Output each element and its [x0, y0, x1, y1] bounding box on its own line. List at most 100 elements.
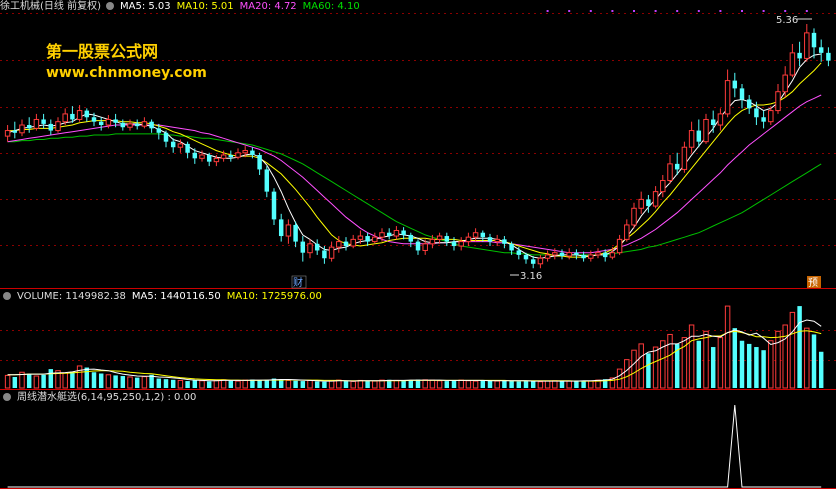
watermark-url: www.chnmoney.com: [46, 65, 207, 81]
ma5-line: [7, 53, 822, 259]
candle-body: [537, 257, 544, 265]
volume-bar: [458, 379, 464, 389]
candle-body: [336, 241, 342, 248]
candle-body: [55, 121, 61, 132]
candle-body: [624, 224, 630, 240]
volume-bar: [811, 334, 817, 388]
volume-bar: [710, 347, 716, 388]
volume-bar: [372, 380, 378, 389]
candle-body: [487, 237, 493, 242]
candle-body: [177, 143, 184, 148]
volume-bar: [559, 381, 565, 388]
volume-bar: [638, 343, 644, 389]
volume-bar: [732, 328, 738, 388]
volume-bar: [328, 380, 335, 389]
volume-bar: [566, 380, 572, 389]
candle-body: [357, 235, 364, 240]
volume-bar: [818, 351, 824, 388]
candle-body: [818, 47, 824, 53]
volume-bar: [84, 367, 90, 388]
candle-body: [422, 243, 428, 251]
candle-body: [278, 219, 284, 237]
candle-body: [62, 113, 68, 123]
candle-body: [696, 130, 702, 142]
candle-body: [465, 236, 472, 243]
candle-body: [516, 250, 522, 255]
candle-body: [703, 118, 709, 143]
candle-body: [264, 169, 270, 192]
candle-body: [458, 241, 464, 247]
candle-body: [804, 32, 810, 59]
candle-body: [444, 236, 450, 242]
candle-body: [574, 252, 579, 255]
candle-body: [91, 117, 97, 122]
volume-bar: [523, 381, 529, 388]
volume-bar: [797, 306, 802, 388]
volume-bar: [754, 347, 759, 388]
volume-bar: [357, 379, 364, 389]
volume-bar: [141, 376, 148, 389]
candle-body: [408, 234, 414, 242]
candle-body: [581, 254, 586, 259]
candle-body: [724, 80, 731, 115]
candle-body: [98, 121, 104, 126]
price-header: 徐工机械(日线 前复权) MA5: 5.03 MA10: 5.01 MA20: 4.7…: [0, 0, 366, 13]
candle-body: [401, 230, 406, 235]
candle-body: [826, 52, 831, 61]
volume-bar: [156, 378, 162, 388]
volume-bar: [70, 371, 75, 388]
volume-bar: [199, 380, 205, 389]
candle-body: [300, 241, 306, 253]
marker-yu: 预: [808, 277, 818, 289]
volume-bar: [113, 375, 118, 388]
volume-bar: [631, 349, 637, 389]
signal-marker: [654, 10, 657, 12]
signal-marker: [741, 10, 743, 12]
indicator-line: [7, 404, 822, 488]
volume-bar: [703, 330, 709, 389]
volume-bar: [163, 379, 169, 388]
signal-marker: [676, 10, 679, 12]
candle-body: [257, 154, 262, 170]
settings-circle-icon[interactable]: [105, 2, 114, 10]
volume-bar: [41, 374, 46, 388]
candle-body: [415, 241, 421, 251]
volume-bar: [185, 381, 190, 388]
signal-marker: [546, 10, 549, 12]
volume-settings-circle-icon[interactable]: [3, 292, 11, 300]
candle-body: [674, 163, 680, 170]
candle-body: [372, 236, 378, 243]
volume-bar: [307, 379, 313, 389]
candle-body: [732, 80, 738, 89]
volume-bar: [516, 381, 522, 388]
volume-bar: [26, 373, 32, 388]
candle-body: [350, 238, 356, 247]
volume-bar: [746, 343, 752, 388]
volume-bar: [761, 350, 766, 388]
candle-body: [566, 252, 572, 257]
volume-bar: [91, 372, 97, 388]
candle-body: [141, 121, 148, 127]
volume-bar: [235, 380, 241, 389]
candle-body: [113, 119, 118, 123]
indicator-label: 周线潜水艇选(6,14,95,250,1,2) : 0.00: [17, 392, 197, 403]
volume-bar: [285, 379, 292, 389]
candle-body: [120, 122, 126, 128]
candle-body: [242, 150, 248, 154]
signal-marker: [697, 10, 700, 12]
volume-ma10-value: MA10: 1725976.00: [226, 291, 322, 302]
candle-body: [235, 152, 241, 158]
candle-body: [552, 252, 558, 256]
volume-bar: [127, 376, 133, 389]
top-markers: [546, 10, 808, 12]
candle-body: [494, 238, 500, 243]
candle-body: [775, 91, 781, 112]
volume-ma5-value: MA5: 1440116.50: [131, 291, 221, 302]
candle-body: [127, 123, 133, 128]
candle-body: [322, 250, 327, 259]
candle-body: [789, 52, 796, 76]
volume-bar: [192, 380, 198, 388]
volume-bar: [724, 305, 731, 389]
indicator-settings-circle-icon[interactable]: [3, 393, 11, 401]
stock-title: 徐工机械(日线 前复权): [0, 1, 101, 12]
